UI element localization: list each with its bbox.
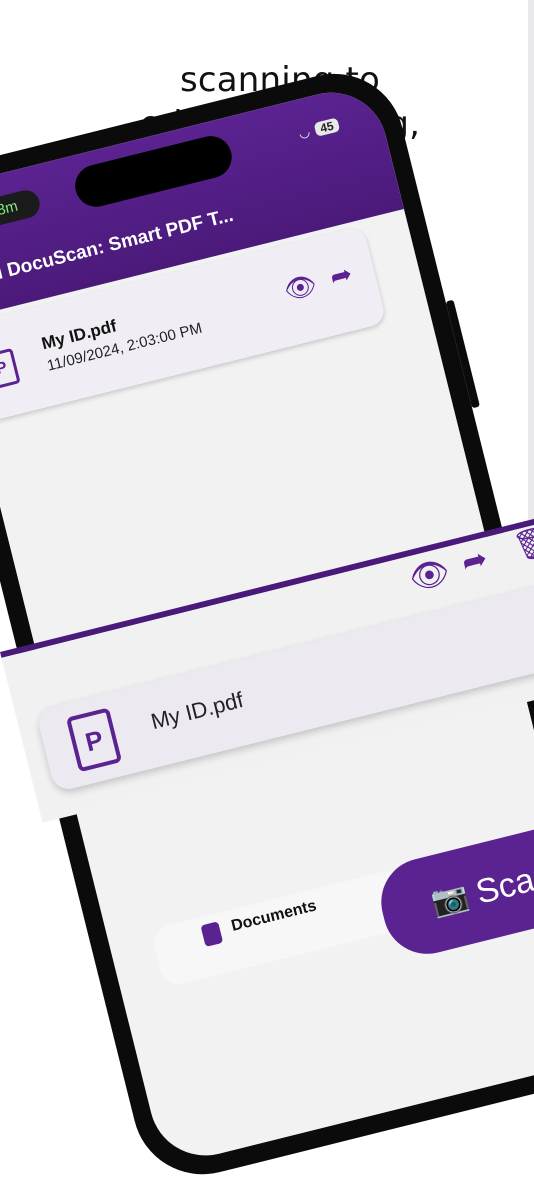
call-time: 18m <box>0 197 20 222</box>
call-indicator[interactable]: ✆18m <box>0 187 43 235</box>
pdf-file-icon: P <box>0 347 21 391</box>
zoomed-document-name: My ID.pdf <box>148 687 246 735</box>
share-icon[interactable]: ➦ <box>327 258 355 292</box>
wifi-icon: ◡ <box>296 123 312 141</box>
documents-nav-icon <box>200 921 224 948</box>
dynamic-island <box>70 131 237 212</box>
trash-icon[interactable]: 🗑 <box>510 524 534 565</box>
eye-icon[interactable]: 👁 <box>281 269 320 306</box>
battery-icon: 45 <box>313 117 340 137</box>
share-icon[interactable]: ➦ <box>458 542 490 580</box>
pdf-file-icon: P <box>65 707 123 773</box>
status-icons: ◡ 45 <box>297 117 340 142</box>
eye-icon[interactable]: 👁 <box>405 552 453 597</box>
